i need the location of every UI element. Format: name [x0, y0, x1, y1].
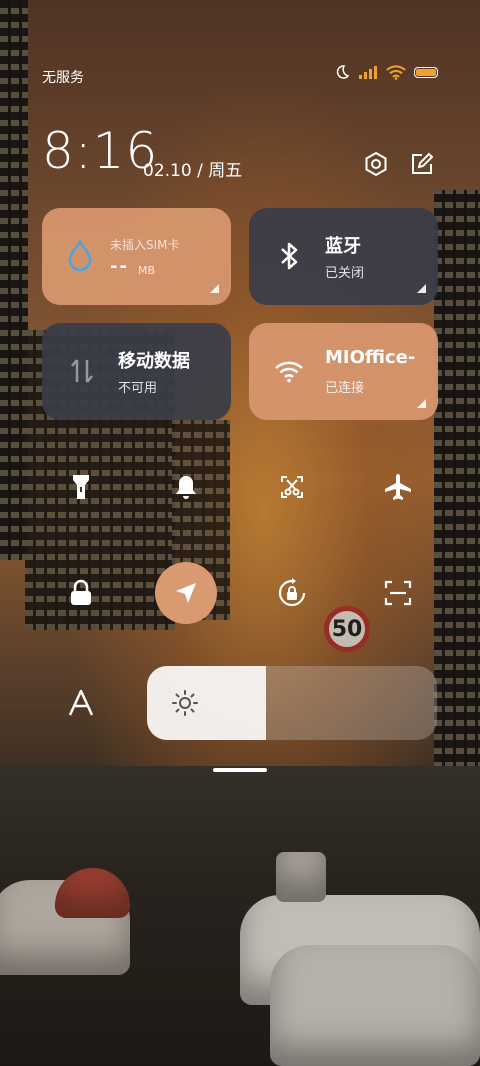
settings-button[interactable] — [360, 148, 392, 180]
bluetooth-title: 蓝牙 — [325, 236, 361, 257]
location-icon — [174, 581, 198, 605]
drag-handle[interactable] — [213, 768, 267, 772]
scan-icon — [384, 579, 412, 607]
wifi-status: 已连接 — [325, 381, 365, 396]
screenshot-toggle[interactable] — [266, 461, 318, 513]
brightness-level-fill — [147, 666, 266, 740]
brightness-slider[interactable] — [147, 666, 437, 740]
data-arrows-icon — [66, 355, 98, 387]
lock-icon — [69, 579, 93, 607]
airplane-icon — [383, 472, 413, 502]
settings-icon — [363, 151, 389, 177]
clock-date: 02.10 / 周五 — [143, 161, 243, 181]
screenshot-icon — [279, 474, 305, 500]
edit-icon — [410, 152, 434, 176]
wifi-network-name: MIOffice- — [325, 347, 416, 368]
font-size-toggle[interactable] — [55, 677, 107, 729]
wifi-tile[interactable]: MIOffice- 已连接 — [249, 323, 438, 420]
airplane-mode-toggle[interactable] — [372, 461, 424, 513]
notification-toggle[interactable] — [160, 461, 212, 513]
carrier-label: 无服务 — [42, 70, 84, 86]
bluetooth-tile[interactable]: 蓝牙 已关闭 — [249, 208, 438, 305]
expand-corner-icon — [417, 399, 426, 408]
scanner-toggle[interactable] — [372, 567, 424, 619]
rotation-lock-toggle[interactable] — [266, 567, 318, 619]
mobile-data-title: 移动数据 — [118, 351, 190, 372]
bell-icon — [174, 473, 198, 501]
status-icons — [334, 64, 438, 80]
status-bar: 无服务 — [42, 64, 438, 88]
sim-status-label: 未插入SIM卡 — [110, 238, 180, 252]
expand-corner-icon — [417, 284, 426, 293]
lock-screen-toggle[interactable] — [55, 567, 107, 619]
bluetooth-icon — [273, 240, 305, 272]
mobile-data-tile[interactable]: 移动数据 不可用 — [42, 323, 231, 420]
data-usage-unit: MB — [138, 264, 156, 277]
flashlight-toggle[interactable] — [55, 461, 107, 513]
data-usage-value: -- — [110, 256, 129, 277]
edit-button[interactable] — [406, 148, 438, 180]
sun-icon — [171, 689, 199, 717]
wifi-icon — [386, 64, 406, 80]
signal-icon — [358, 65, 378, 79]
moon-icon — [334, 64, 350, 80]
water-drop-icon — [64, 240, 96, 272]
location-toggle[interactable] — [155, 562, 217, 624]
clock-time: 8:16 — [42, 122, 159, 180]
expand-corner-icon — [210, 284, 219, 293]
flashlight-icon — [70, 473, 92, 501]
mobile-data-status: 不可用 — [118, 381, 158, 396]
font-size-icon — [67, 689, 95, 717]
data-usage-tile[interactable]: 未插入SIM卡 -- MB — [42, 208, 231, 305]
wifi-icon — [273, 355, 305, 387]
battery-icon — [414, 66, 438, 78]
rotation-lock-icon — [276, 577, 308, 609]
bluetooth-status: 已关闭 — [325, 266, 365, 281]
